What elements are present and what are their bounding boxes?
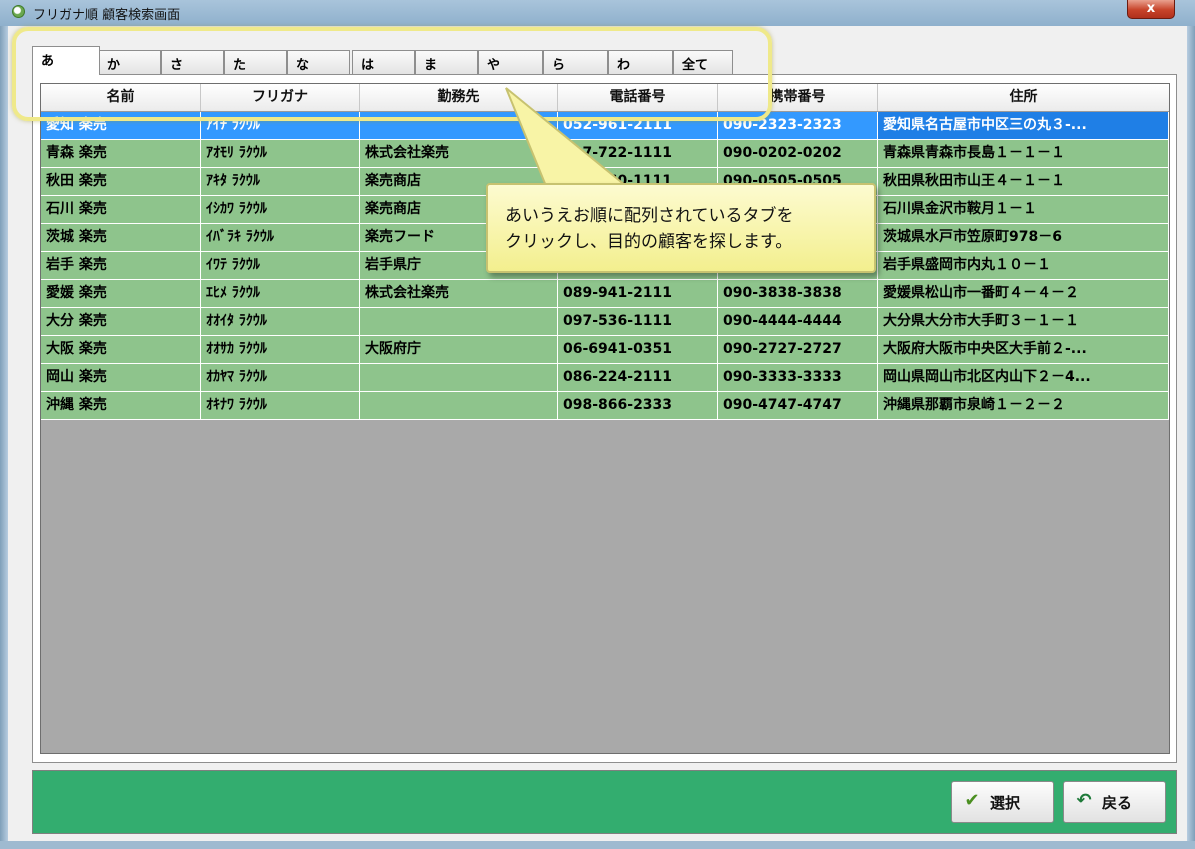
callout-line-1: あいうえお順に配列されているタブを [505,206,794,226]
callout-box: あいうえお順に配列されているタブを クリックし、目的の顧客を探します。 [486,183,876,273]
callout-line-2: クリックし、目的の顧客を探します。 [505,232,793,252]
callout-text: あいうえお順に配列されているタブを クリックし、目的の顧客を探します。 [505,203,865,255]
callout-pointer [505,87,629,187]
